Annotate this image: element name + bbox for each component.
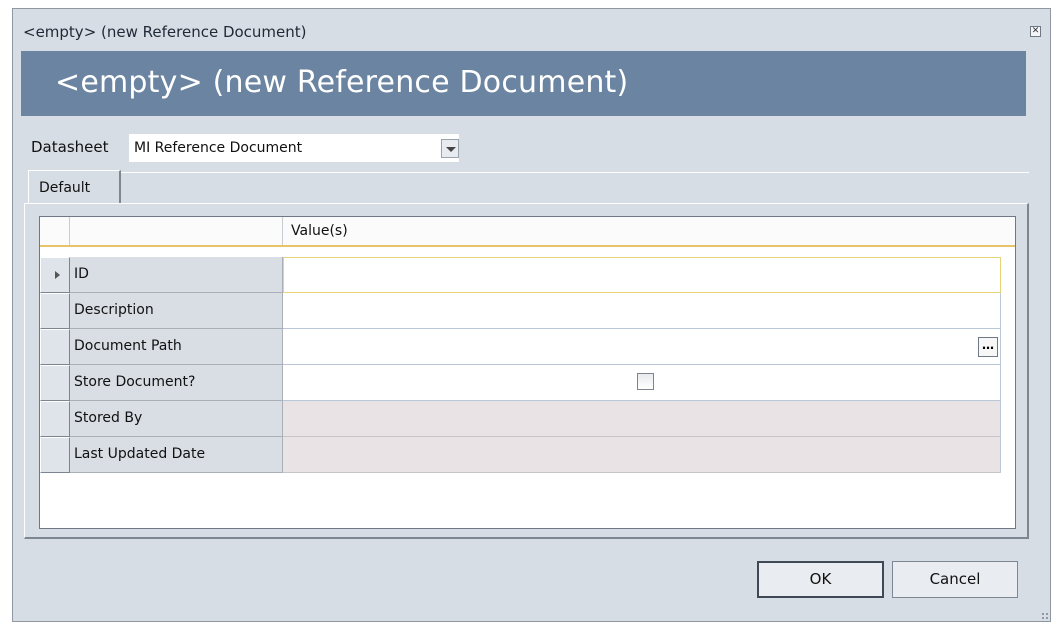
browse-button[interactable]: … <box>978 337 998 357</box>
chevron-down-icon <box>446 147 456 152</box>
grid-row-document-path[interactable]: Document Path … <box>40 329 1015 365</box>
field-label: ID <box>70 257 283 293</box>
id-value-cell[interactable] <box>283 257 1001 293</box>
tab-default[interactable]: Default <box>28 170 121 204</box>
stored-by-value-cell <box>283 401 1001 437</box>
window-title: <empty> (new Reference Document) <box>23 23 307 41</box>
field-label-text: Last Updated Date <box>74 446 206 462</box>
datasheet-selected-value: MI Reference Document <box>134 140 303 156</box>
row-selector[interactable] <box>40 365 70 401</box>
description-value-cell[interactable] <box>283 293 1001 329</box>
field-label: Store Document? <box>70 365 283 401</box>
title-bar: <empty> (new Reference Document) ✕ <box>13 9 1050 51</box>
grid-row-id[interactable]: ID <box>40 257 1015 293</box>
field-label: Last Updated Date <box>70 437 283 473</box>
grid-header-field <box>70 217 283 245</box>
property-grid: Value(s) ID Description Document Path … … <box>39 216 1016 529</box>
grid-row-stored-by[interactable]: Stored By <box>40 401 1015 437</box>
field-label: Stored By <box>70 401 283 437</box>
document-path-value-cell[interactable]: … <box>283 329 1001 365</box>
current-row-arrow-icon <box>55 271 60 279</box>
field-label-text: ID <box>74 266 89 282</box>
close-icon: ✕ <box>1031 26 1040 36</box>
field-label-text: Store Document? <box>74 374 196 390</box>
field-label: Description <box>70 293 283 329</box>
ellipsis-icon: … <box>982 338 994 352</box>
close-button[interactable]: ✕ <box>1030 26 1041 37</box>
row-selector[interactable] <box>40 257 70 293</box>
grid-header: Value(s) <box>40 217 1015 247</box>
tab-strip-line <box>121 172 1029 173</box>
field-label: Document Path <box>70 329 283 365</box>
field-label-text: Stored By <box>74 410 143 426</box>
store-document-value-cell[interactable] <box>283 365 1001 401</box>
field-label-text: Description <box>74 302 154 318</box>
grid-row-store-document[interactable]: Store Document? <box>40 365 1015 401</box>
grid-row-description[interactable]: Description <box>40 293 1015 329</box>
grid-row-last-updated-date[interactable]: Last Updated Date <box>40 437 1015 473</box>
row-selector[interactable] <box>40 329 70 365</box>
resize-grip-icon[interactable] <box>1041 612 1051 622</box>
datasheet-select[interactable]: MI Reference Document <box>129 134 459 162</box>
cancel-button[interactable]: Cancel <box>892 561 1018 598</box>
store-document-checkbox[interactable] <box>637 373 654 390</box>
datasheet-dropdown-button[interactable] <box>441 139 459 158</box>
row-selector[interactable] <box>40 293 70 329</box>
ok-button[interactable]: OK <box>757 561 884 598</box>
grid-header-value: Value(s) <box>291 223 348 239</box>
row-selector[interactable] <box>40 437 70 473</box>
header-banner: <empty> (new Reference Document) <box>21 51 1026 116</box>
page-title: <empty> (new Reference Document) <box>55 65 629 100</box>
datasheet-row: Datasheet MI Reference Document <box>31 134 471 162</box>
row-selector[interactable] <box>40 401 70 437</box>
tab-default-label: Default <box>39 180 91 196</box>
field-label-text: Document Path <box>74 338 182 354</box>
grid-header-selector <box>40 217 70 245</box>
last-updated-date-value-cell <box>283 437 1001 473</box>
datasheet-label: Datasheet <box>31 138 109 156</box>
